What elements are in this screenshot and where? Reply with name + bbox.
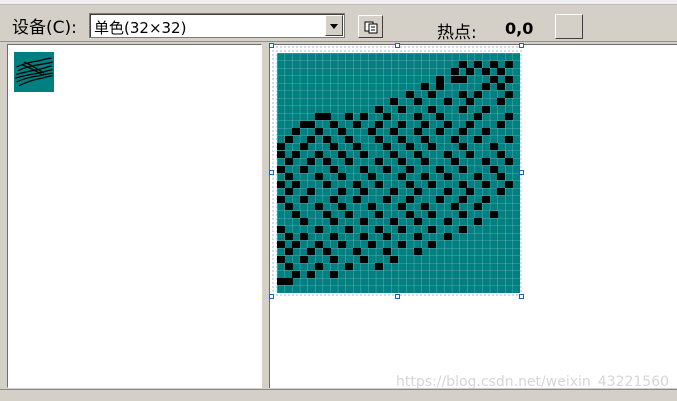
- device-selected-value: 单色(32×32): [94, 19, 187, 37]
- resize-handle-bottom-left[interactable]: [269, 294, 274, 299]
- device-label: 设备(C):: [12, 18, 77, 38]
- resize-handle-middle-left[interactable]: [269, 170, 274, 175]
- icon-preview-list[interactable]: [7, 44, 262, 388]
- pixel-editor-canvas[interactable]: [277, 53, 520, 293]
- hotspot-label: 热点:: [437, 23, 477, 43]
- device-toolbar: 设备(C): 单色(32×32) 热点: 0,0: [0, 5, 677, 43]
- pixel-grid: [277, 53, 520, 293]
- copy-button[interactable]: [358, 15, 383, 38]
- icon-thumbnail[interactable]: [14, 52, 54, 92]
- resize-handle-middle-right[interactable]: [519, 170, 524, 175]
- resize-handle-top-middle[interactable]: [395, 43, 400, 48]
- copy-icon: [364, 21, 378, 34]
- resize-handle-top-left[interactable]: [269, 43, 274, 48]
- device-select[interactable]: 单色(32×32): [89, 13, 345, 38]
- icon-editor-window: 设备(C): 单色(32×32) 热点: 0,0 https://blog.cs…: [0, 0, 677, 401]
- hotspot-value: 0,0: [505, 19, 534, 38]
- hotspot-color-button[interactable]: [555, 14, 583, 39]
- resize-handle-top-right[interactable]: [519, 43, 524, 48]
- window-bottom-border: [0, 389, 677, 401]
- resize-handle-bottom-middle[interactable]: [395, 294, 400, 299]
- icon-thumbnail-art: [14, 52, 54, 92]
- watermark-text: https://blog.csdn.net/weixin_43221560: [396, 374, 670, 390]
- chevron-down-icon[interactable]: [325, 15, 343, 36]
- resize-handle-bottom-right[interactable]: [519, 294, 524, 299]
